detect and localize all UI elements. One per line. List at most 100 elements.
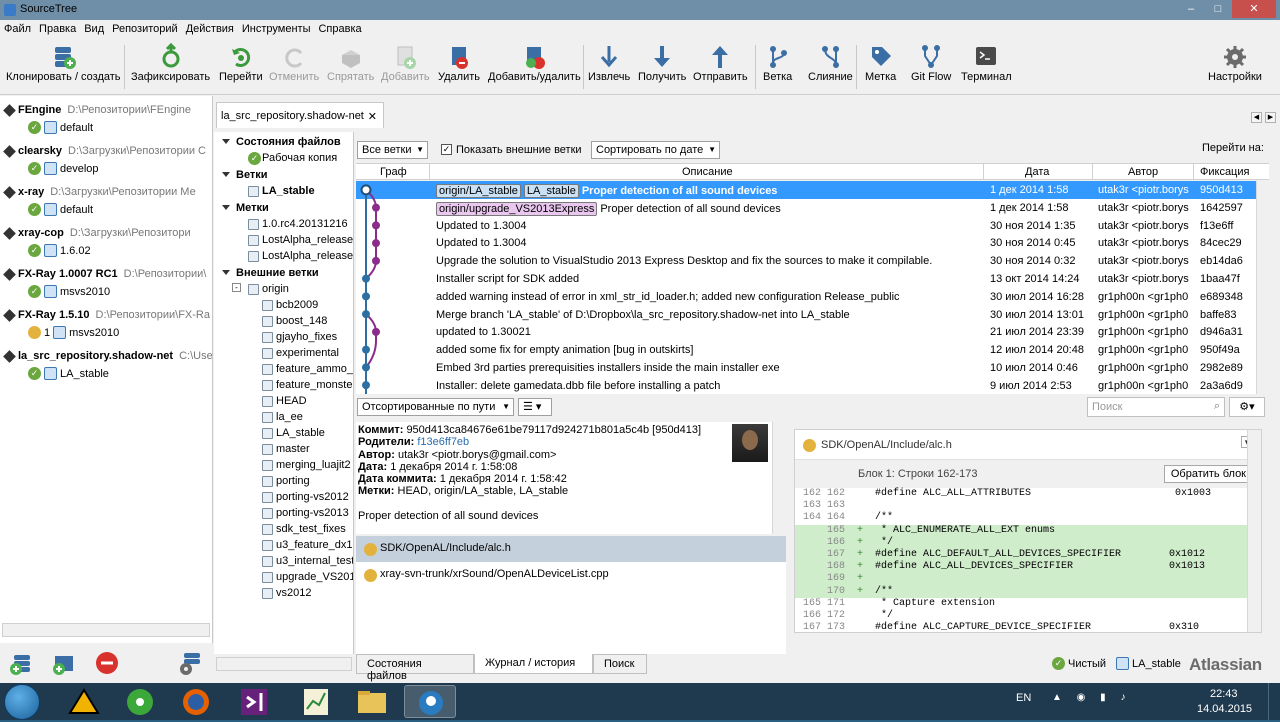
commit-row[interactable]: Embed 3rd parties prerequisities install… — [356, 359, 1256, 377]
repo-item[interactable]: FEngine D:\Репозитории\FEngine ✓ default — [0, 100, 212, 141]
nav-remote-branch[interactable]: u3_feature_dx10 — [214, 536, 353, 552]
files-filter-select[interactable]: Отсортированные по пути — [357, 398, 514, 416]
repo-item[interactable]: FX-Ray 1.0007 RC1 D:\Репозитории\ ✓ msvs20… — [0, 264, 212, 305]
nav-tags-header[interactable]: Метки — [214, 198, 353, 215]
nav-remote-branch[interactable]: porting — [214, 472, 353, 488]
nav-remote-branch[interactable]: feature_ammo_l — [214, 360, 353, 376]
horizontal-scrollbar[interactable] — [2, 623, 210, 637]
menu-tools[interactable]: Инструменты — [238, 20, 315, 38]
collapse-icon[interactable]: - — [232, 283, 241, 292]
close-window-button[interactable]: ✕ — [1232, 0, 1276, 18]
tab-log-history[interactable]: Журнал / история — [474, 654, 593, 674]
nav-remote-branch[interactable]: porting-vs2012 — [214, 488, 353, 504]
remove-repo-icon[interactable] — [93, 649, 121, 677]
push-button[interactable]: Отправить — [693, 43, 748, 83]
taskbar-sourcetree[interactable] — [404, 685, 456, 718]
nav-tag-item[interactable]: LostAlpha_release — [214, 231, 353, 247]
menu-help[interactable]: Справка — [314, 20, 365, 38]
tab-scroll-right-icon[interactable]: ▶ — [1265, 112, 1276, 123]
sort-select[interactable]: Сортировать по дате — [591, 141, 720, 159]
clock-time[interactable]: 22:43 — [1210, 688, 1238, 700]
pull-button[interactable]: Получить — [638, 43, 686, 83]
commit-row[interactable]: Updated to 1.3004 30 ноя 2014 0:45 utak3r … — [356, 234, 1256, 252]
nav-remote-branch[interactable]: vs2012 — [214, 584, 353, 600]
discard-button[interactable]: Отменить — [269, 43, 319, 83]
add-button[interactable]: Добавить — [381, 43, 430, 83]
col-commit[interactable]: Фиксация — [1200, 166, 1249, 178]
repo-settings-icon[interactable] — [176, 649, 204, 677]
nav-file-status-header[interactable]: Состояния файлов — [214, 132, 353, 149]
taskbar-visual-studio[interactable] — [228, 685, 280, 718]
parent-link[interactable]: f13e6ff7eb — [417, 436, 469, 448]
nav-remote-branch[interactable]: u3_internal_test — [214, 552, 353, 568]
nav-remote-branch[interactable]: experimental — [214, 344, 353, 360]
diff-scrollbar[interactable] — [1247, 430, 1261, 632]
menu-view[interactable]: Вид — [80, 20, 108, 38]
nav-remote-branch[interactable]: sdk_test_fixes — [214, 520, 353, 536]
list-view-icon[interactable]: ☰ ▾ — [518, 398, 552, 416]
commit-row[interactable]: Upgrade the solution to VisualStudio 201… — [356, 252, 1256, 270]
nav-remote-branch[interactable]: HEAD — [214, 392, 353, 408]
nav-remote-branch[interactable]: merging_luajit2 — [214, 456, 353, 472]
search-input[interactable]: Поиск ⌕ — [1087, 397, 1225, 417]
checkout-button[interactable]: Перейти — [219, 43, 263, 83]
tray-icons[interactable]: ▲ ◉ ▮ ♪ — [1052, 692, 1182, 708]
commit-row[interactable]: added some fix for empty animation [bug … — [356, 341, 1256, 359]
add-remove-button[interactable]: Добавить/удалить — [488, 43, 581, 83]
nav-tag-item[interactable]: LostAlpha_release — [214, 247, 353, 263]
maximize-button[interactable]: □ — [1205, 0, 1231, 18]
nav-branches-header[interactable]: Ветки — [214, 165, 353, 182]
nav-remote-branch[interactable]: gjayho_fixes — [214, 328, 353, 344]
tab-scroll-left-icon[interactable]: ◀ — [1251, 112, 1262, 123]
minimize-button[interactable]: – — [1178, 0, 1204, 18]
fetch-button[interactable]: Извлечь — [588, 43, 630, 83]
commit-row[interactable]: origin/LA_stable LA_stable Proper detectio… — [356, 181, 1256, 199]
col-date[interactable]: Дата — [1025, 166, 1049, 178]
details-scrollbar[interactable] — [772, 422, 786, 534]
taskbar-firefox[interactable] — [170, 685, 222, 718]
repo-item[interactable]: x-ray D:\Загрузки\Репозитории Ме ✓ default — [0, 182, 212, 223]
stash-button[interactable]: Спрятать — [327, 43, 374, 83]
nav-remote-branch[interactable]: porting-vs2013 — [214, 504, 353, 520]
settings-button[interactable]: Настройки — [1208, 43, 1262, 83]
clone-button[interactable]: Клонировать / создать — [6, 43, 121, 83]
branches-filter-select[interactable]: Все ветки — [357, 141, 428, 159]
taskbar-explorer[interactable] — [346, 685, 398, 718]
nav-remote-branch[interactable]: master — [214, 440, 353, 456]
repo-item[interactable]: xray-cop D:\Загрузки\Репозитори ✓ 1.6.02 — [0, 223, 212, 264]
language-indicator[interactable]: EN — [1016, 692, 1031, 704]
nav-remote-branch[interactable]: la_ee — [214, 408, 353, 424]
taskbar-app-1[interactable] — [58, 685, 110, 718]
changed-file-item[interactable]: SDK/OpenAL/Include/alc.h — [356, 536, 786, 562]
col-graph[interactable]: Граф — [380, 166, 407, 178]
repo-item[interactable]: la_src_repository.shadow-net C:\Use ✓ LA_s… — [0, 346, 212, 387]
commit-row[interactable]: Installer: delete gamedata.dbb file befo… — [356, 377, 1256, 394]
new-repo-icon[interactable] — [8, 649, 36, 677]
commit-button[interactable]: Зафиксировать — [131, 43, 210, 83]
taskbar-app-5[interactable] — [290, 685, 342, 718]
nav-remote-branch[interactable]: upgrade_VS201 — [214, 568, 353, 584]
changed-file-item[interactable]: xray-svn-trunk/xrSound/OpenALDeviceList.… — [356, 562, 786, 588]
commit-row[interactable]: added warning instead of error in xml_st… — [356, 288, 1256, 306]
start-button[interactable] — [4, 684, 40, 720]
git-flow-button[interactable]: Git Flow — [911, 43, 951, 83]
commit-list-scrollbar[interactable] — [1256, 181, 1269, 394]
nav-remote-origin[interactable]: - origin — [214, 280, 353, 296]
col-description[interactable]: Описание — [682, 166, 733, 178]
nav-tag-item[interactable]: 1.0.rc4.20131216 — [214, 215, 353, 231]
terminal-button[interactable]: Терминал — [961, 43, 1012, 83]
menu-actions[interactable]: Действия — [182, 20, 238, 38]
tab-file-status[interactable]: Состояния файлов — [356, 654, 474, 682]
menu-file[interactable]: Файл — [0, 20, 35, 38]
tag-button[interactable]: Метка — [865, 43, 896, 83]
horizontal-scrollbar[interactable] — [216, 657, 352, 671]
new-folder-icon[interactable] — [50, 649, 78, 677]
nav-remote-branch[interactable]: LA_stable — [214, 424, 353, 440]
show-desktop-button[interactable] — [1268, 683, 1280, 720]
branch-button[interactable]: Ветка — [763, 43, 792, 83]
repo-item[interactable]: FX-Ray 1.5.10 D:\Репозитории\FX-Ra 1 msvs2… — [0, 305, 212, 346]
nav-remote-branch[interactable]: boost_148 — [214, 312, 353, 328]
menu-edit[interactable]: Правка — [35, 20, 80, 38]
menu-repository[interactable]: Репозиторий — [108, 20, 182, 38]
nav-working-copy[interactable]: ✓ Рабочая копия — [214, 149, 353, 165]
